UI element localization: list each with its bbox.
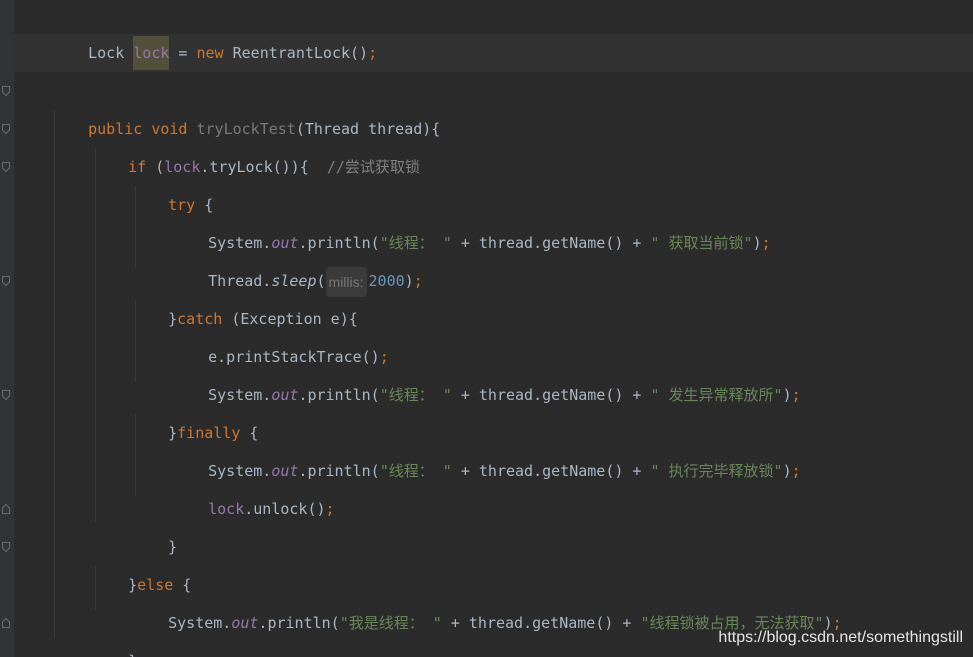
fold-marker-icon[interactable] (2, 276, 10, 286)
operator-token: = (169, 44, 197, 62)
paren-token: ) (782, 386, 792, 404)
number-token: 2000 (368, 272, 405, 290)
code-line[interactable]: if (lock.tryLock()){ //尝试获取锁 (92, 110, 420, 176)
fold-marker-icon[interactable] (2, 542, 10, 552)
call-token: .println( (298, 386, 380, 404)
call-token: .println( (258, 614, 340, 632)
fold-marker-icon[interactable] (2, 124, 10, 134)
fold-marker-icon[interactable] (2, 162, 10, 172)
paren-token: ) (404, 272, 414, 290)
string-token: " 执行完毕释放锁" (650, 462, 783, 480)
code-line[interactable]: e.printStackTrace(); (172, 300, 389, 366)
call-token: .tryLock()){ (200, 158, 327, 176)
code-line[interactable]: }finally { (132, 376, 258, 442)
expression-token: + thread.getName() + (451, 234, 651, 252)
string-token: "线程： " (379, 386, 452, 404)
static-field-token: out (271, 386, 299, 404)
code-line[interactable]: System.out.println("线程： " + thread.getNa… (172, 338, 801, 404)
brace-token: } (128, 652, 137, 657)
code-line[interactable]: System.out.println("我是线程： " + thread.get… (132, 566, 842, 632)
paren-token: ) (782, 462, 792, 480)
semicolon-token: ; (325, 500, 335, 518)
code-line[interactable]: lock.unlock(); (172, 452, 334, 518)
string-token: "我是线程： " (339, 614, 442, 632)
constructor-token: ReentrantLock() (223, 44, 369, 62)
lock-field-token: lock (208, 500, 245, 518)
class-token: System. (168, 614, 232, 632)
comment-token: //尝试获取锁 (326, 158, 420, 176)
code-line[interactable]: }else { (92, 528, 191, 594)
semicolon-token: ; (791, 462, 801, 480)
code-line[interactable]: public void tryLockTest(Thread thread){ (52, 72, 440, 138)
code-line[interactable]: try { (132, 148, 213, 214)
code-line[interactable]: System.out.println("线程： " + thread.getNa… (172, 186, 771, 252)
code-line[interactable]: } (132, 490, 177, 556)
code-line[interactable]: Thread.sleep(millis: 2000); (172, 224, 423, 297)
call-token: .unlock() (244, 500, 326, 518)
string-token: " 发生异常释放所" (650, 386, 783, 404)
type-token: Lock (88, 44, 134, 62)
keyword-token: new (196, 44, 224, 62)
semicolon-token: ; (368, 44, 378, 62)
gutter (0, 0, 14, 657)
fold-marker-icon[interactable] (2, 86, 10, 96)
static-field-token: out (231, 614, 259, 632)
semicolon-token: ; (791, 386, 801, 404)
expression-token: + thread.getName() + (451, 386, 651, 404)
code-line[interactable]: System.out.println("线程： " + thread.getNa… (172, 414, 801, 480)
string-token: "线程： " (379, 462, 452, 480)
paren-token: ) (752, 234, 762, 252)
indent-guide (54, 110, 55, 638)
code-editor[interactable]: Lock lock = new ReentrantLock(); public … (0, 0, 973, 657)
fold-marker-icon[interactable] (2, 618, 10, 628)
lock-field-token: lock (133, 36, 170, 70)
code-line[interactable]: } (92, 604, 137, 657)
semicolon-token: ; (761, 234, 771, 252)
fold-marker-icon[interactable] (2, 390, 10, 400)
watermark: https://blog.csdn.net/somethingstill (718, 629, 963, 646)
code-line[interactable]: }catch (Exception e){ (132, 262, 358, 328)
string-token: " 获取当前锁" (650, 234, 753, 252)
semicolon-token: ; (413, 272, 423, 290)
expression-token: + thread.getName() + (451, 462, 651, 480)
expression-token: + thread.getName() + (441, 614, 641, 632)
code-line[interactable]: Lock lock = new ReentrantLock(); (52, 0, 377, 70)
fold-marker-icon[interactable] (2, 504, 10, 514)
